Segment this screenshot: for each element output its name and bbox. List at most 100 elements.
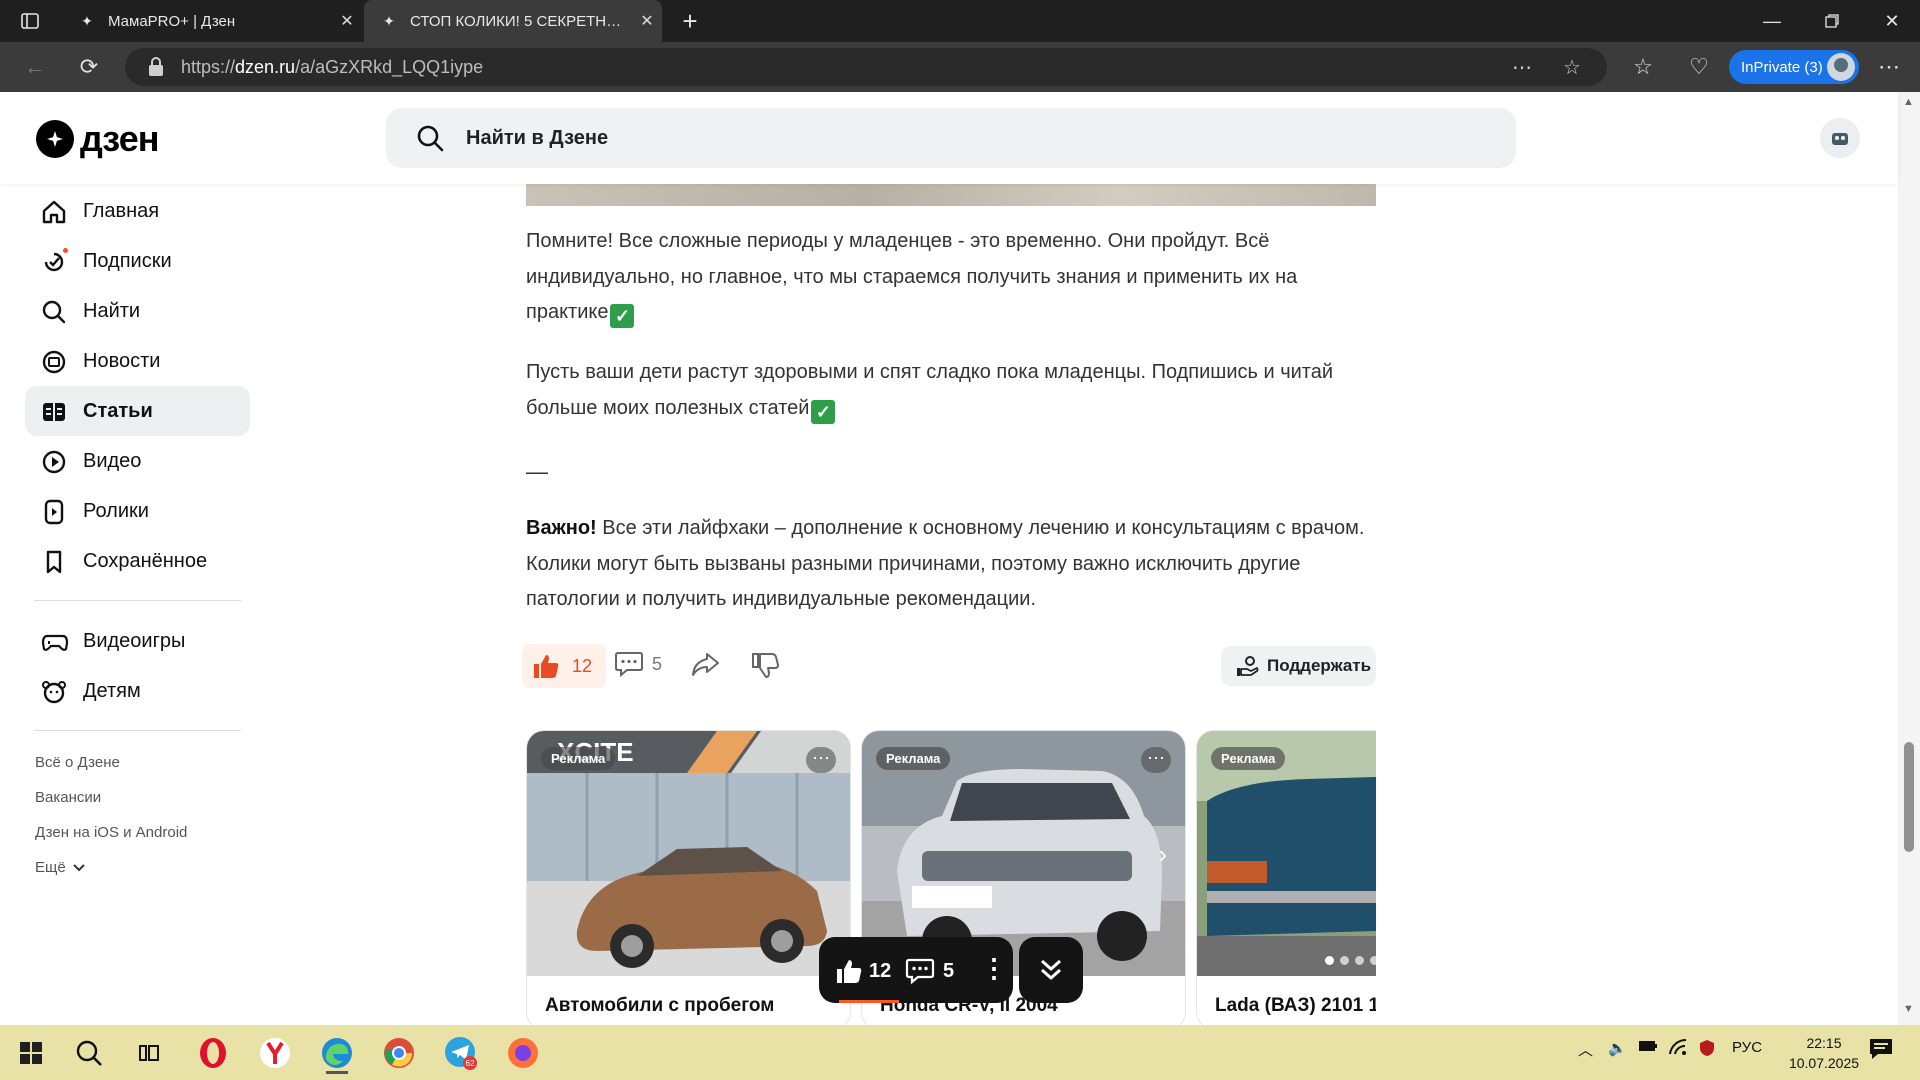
carousel-next-icon[interactable]: ›	[1158, 839, 1167, 870]
floating-comment-count: 5	[943, 959, 955, 982]
wifi-icon[interactable]	[1668, 1038, 1688, 1059]
notifications-icon[interactable]	[1868, 1037, 1894, 1065]
sidebar-item-news[interactable]: Новости	[25, 336, 250, 386]
clock-date: 10.07.2025	[1788, 1055, 1860, 1071]
floating-like-count: 12	[869, 959, 892, 982]
thumbs-down-icon	[752, 653, 779, 678]
telegram-app[interactable]: 62	[438, 1031, 484, 1075]
volume-icon[interactable]: 🔈	[1608, 1039, 1627, 1057]
sidebar-item-label: Новости	[83, 349, 161, 372]
shorts-icon	[44, 499, 64, 525]
footer-link-jobs[interactable]: Вакансии	[35, 789, 101, 806]
article-paragraph: Пусть ваши дети растут здоровыми и спят …	[526, 361, 1334, 424]
dzen-logo[interactable]: дзен	[36, 118, 159, 159]
like-button[interactable]: 12	[522, 644, 606, 688]
sidebar-item-search[interactable]: Найти	[25, 286, 250, 336]
sidebar-divider	[34, 600, 241, 601]
sidebar-item-label: Видео	[83, 449, 142, 472]
back-icon[interactable]: ←	[18, 52, 52, 82]
reload-icon[interactable]: ⟳	[72, 52, 106, 82]
favorites-icon[interactable]: ☆	[1626, 52, 1660, 82]
footer-link-apps[interactable]: Дзен на iOS и Android	[35, 824, 187, 841]
sidebar-item-shorts[interactable]: Ролики	[25, 486, 250, 536]
start-button[interactable]	[8, 1031, 54, 1075]
sidebar-item-kids[interactable]: Детям	[25, 666, 250, 716]
footer-link-about[interactable]: Всё о Дзене	[35, 754, 120, 771]
sidebar-item-videogames[interactable]: Видеоигры	[25, 616, 250, 666]
reading-progress	[839, 1000, 899, 1003]
clock[interactable]: 22:15 10.07.2025	[1777, 1033, 1871, 1073]
floating-comments-button[interactable]: 5	[905, 957, 954, 985]
comments-button[interactable]: 5	[614, 650, 662, 678]
sidebar-item-articles[interactable]: Статьи	[25, 386, 250, 436]
edge-app[interactable]	[314, 1031, 360, 1075]
ad-badge: Реклама	[541, 747, 616, 770]
tab-article[interactable]: ✦ СТОП КОЛИКИ! 5 СЕКРЕТНЫХ ЛАЙФХАКОВ ✕	[364, 0, 662, 42]
support-button[interactable]: Поддержать	[1221, 646, 1376, 686]
sidebar-item-label: Статьи	[83, 399, 153, 422]
sidebar-item-label: Найти	[83, 299, 141, 322]
search-box[interactable]	[386, 108, 1516, 168]
news-icon	[42, 350, 66, 374]
url-field[interactable]: https://dzen.ru/a/aGzXRkd_LQQ1iype ⋯ ☆	[125, 48, 1607, 86]
battery-icon[interactable]	[1638, 1039, 1658, 1056]
close-tab-icon[interactable]: ✕	[332, 11, 362, 31]
inprivate-button[interactable]: InPrivate (3)	[1729, 50, 1859, 84]
input-language-indicator[interactable]: РУС	[1732, 1039, 1762, 1056]
scrollbar-thumb[interactable]	[1904, 742, 1914, 852]
new-tab-button[interactable]: +	[672, 6, 708, 36]
ad-card[interactable]: XCITE Реклама ⋯ Автомобили с пробегом	[526, 730, 851, 1025]
more-vertical-icon[interactable]: ⋮	[981, 953, 1007, 983]
floating-like-button[interactable]: 12	[835, 957, 891, 985]
chrome-app[interactable]	[376, 1031, 422, 1075]
more-links-button[interactable]: Ещё	[35, 859, 86, 876]
sidebar-item-home[interactable]: Главная	[25, 186, 250, 236]
tab-mamapro[interactable]: ✦ МамаPRO+ | Дзен ✕	[62, 0, 362, 42]
comment-icon	[615, 652, 643, 678]
dislike-button[interactable]	[750, 650, 780, 685]
yandex-browser-app[interactable]	[252, 1031, 298, 1075]
ad-card[interactable]: Реклама Lada (ВАЗ) 2101 1971	[1196, 730, 1376, 1025]
scroll-up-arrow-icon[interactable]: ▲	[1903, 96, 1914, 108]
sidebar-item-saved[interactable]: Сохранённое	[25, 536, 250, 586]
search-input[interactable]	[466, 126, 1366, 150]
sidebar-item-label: Главная	[83, 199, 160, 222]
opera-app[interactable]	[190, 1031, 236, 1075]
settings-more-icon[interactable]: ⋯	[1872, 52, 1906, 82]
scroll-down-button[interactable]	[1019, 937, 1083, 1003]
user-avatar[interactable]	[1820, 118, 1860, 158]
tab-actions-icon[interactable]	[12, 6, 48, 36]
ad-menu-icon[interactable]: ⋯	[1141, 747, 1171, 773]
support-hand-icon	[1237, 656, 1259, 676]
browser-essentials-icon[interactable]: ♡	[1682, 52, 1716, 82]
scroll-down-arrow-icon[interactable]: ▼	[1903, 1003, 1914, 1015]
task-view-button[interactable]	[126, 1031, 172, 1075]
video-icon	[42, 450, 66, 474]
chrome-icon	[384, 1038, 414, 1068]
close-window-icon[interactable]: ✕	[1862, 0, 1920, 42]
reading-mode-icon[interactable]: ⋯	[1507, 52, 1537, 82]
minimize-icon[interactable]: —	[1742, 0, 1802, 42]
ad-menu-icon[interactable]: ⋯	[806, 747, 836, 773]
separator-dash: —	[526, 459, 548, 484]
taskbar-search-button[interactable]	[66, 1031, 112, 1075]
close-tab-icon[interactable]: ✕	[632, 11, 662, 31]
ad-title: Автомобили с пробегом	[545, 995, 775, 1016]
logo-text: дзен	[80, 118, 159, 159]
notification-dot	[61, 246, 70, 255]
share-button[interactable]	[690, 650, 720, 683]
restore-icon[interactable]	[1802, 0, 1862, 42]
page-scrollbar[interactable]: ▲ ▼	[1898, 92, 1920, 1025]
sidebar-item-subscriptions[interactable]: Подписки	[25, 236, 250, 286]
browser-tab-bar: ✦ МамаPRO+ | Дзен ✕ ✦ СТОП КОЛИКИ! 5 СЕК…	[0, 0, 1920, 42]
sidebar-item-video[interactable]: Видео	[25, 436, 250, 486]
search-icon	[42, 300, 66, 324]
sidebar-item-label: Ролики	[83, 499, 149, 522]
like-count: 12	[572, 655, 593, 676]
show-hidden-icons-chevron-icon[interactable]: ︿	[1578, 1039, 1593, 1060]
security-shield-icon[interactable]	[1698, 1039, 1716, 1061]
firefox-app[interactable]	[500, 1031, 546, 1075]
favorite-star-icon[interactable]: ☆	[1557, 52, 1587, 82]
sidebar-item-label: Подписки	[83, 249, 172, 272]
home-icon	[42, 200, 66, 224]
